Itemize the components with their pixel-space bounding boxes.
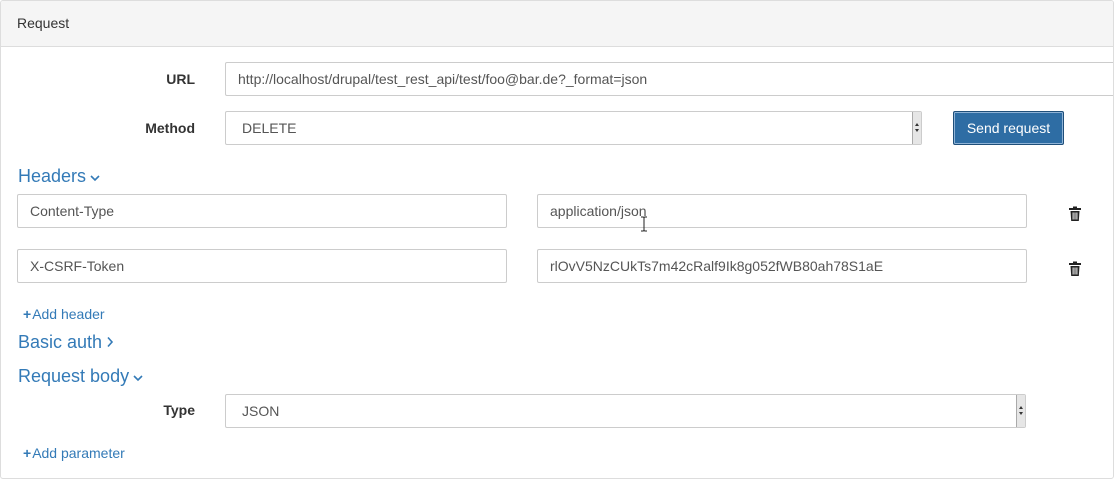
plus-icon: + (23, 306, 32, 322)
trash-icon[interactable] (1068, 261, 1082, 277)
request-body-toggle[interactable]: Request body (18, 366, 143, 387)
body-type-select[interactable]: JSON (225, 394, 1026, 428)
add-header-label: Add header (32, 306, 105, 322)
plus-icon: + (23, 445, 32, 461)
add-header-link[interactable]: + Add header (23, 306, 105, 322)
header-value-input[interactable]: application/json (537, 194, 1027, 228)
body-type-selected-value: JSON (242, 403, 280, 419)
request-panel: Request URL http://localhost/drupal/test… (0, 0, 1114, 479)
chevron-down-icon (133, 366, 143, 387)
add-parameter-link[interactable]: + Add parameter (23, 445, 125, 461)
header-value-input[interactable]: rlOvV5NzCUkTs7m42cRalf9Ik8g052fWB80ah78S… (537, 249, 1027, 283)
url-label: URL (166, 71, 195, 87)
header-key-input[interactable]: Content-Type (17, 194, 507, 228)
chevron-down-icon (90, 166, 100, 187)
panel-heading: Request (1, 1, 1113, 47)
headers-toggle[interactable]: Headers (18, 166, 100, 187)
send-request-button[interactable]: Send request (953, 111, 1064, 145)
basic-auth-toggle[interactable]: Basic auth (18, 332, 114, 353)
header-key-input[interactable]: X-CSRF-Token (17, 249, 507, 283)
method-label: Method (145, 120, 195, 136)
type-label: Type (163, 402, 195, 418)
trash-icon[interactable] (1068, 206, 1082, 222)
basic-auth-title: Basic auth (18, 332, 103, 352)
url-input[interactable]: http://localhost/drupal/test_rest_api/te… (225, 62, 1113, 96)
panel-title: Request (17, 15, 70, 31)
chevron-right-icon (106, 332, 114, 353)
method-selected-value: DELETE (242, 120, 297, 136)
method-select[interactable]: DELETE (225, 111, 922, 145)
headers-title: Headers (18, 166, 87, 186)
text-cursor-icon (640, 216, 648, 235)
select-arrow-icon (912, 112, 921, 144)
request-body-title: Request body (18, 366, 130, 386)
add-parameter-label: Add parameter (32, 445, 125, 461)
select-arrow-icon (1016, 395, 1025, 427)
